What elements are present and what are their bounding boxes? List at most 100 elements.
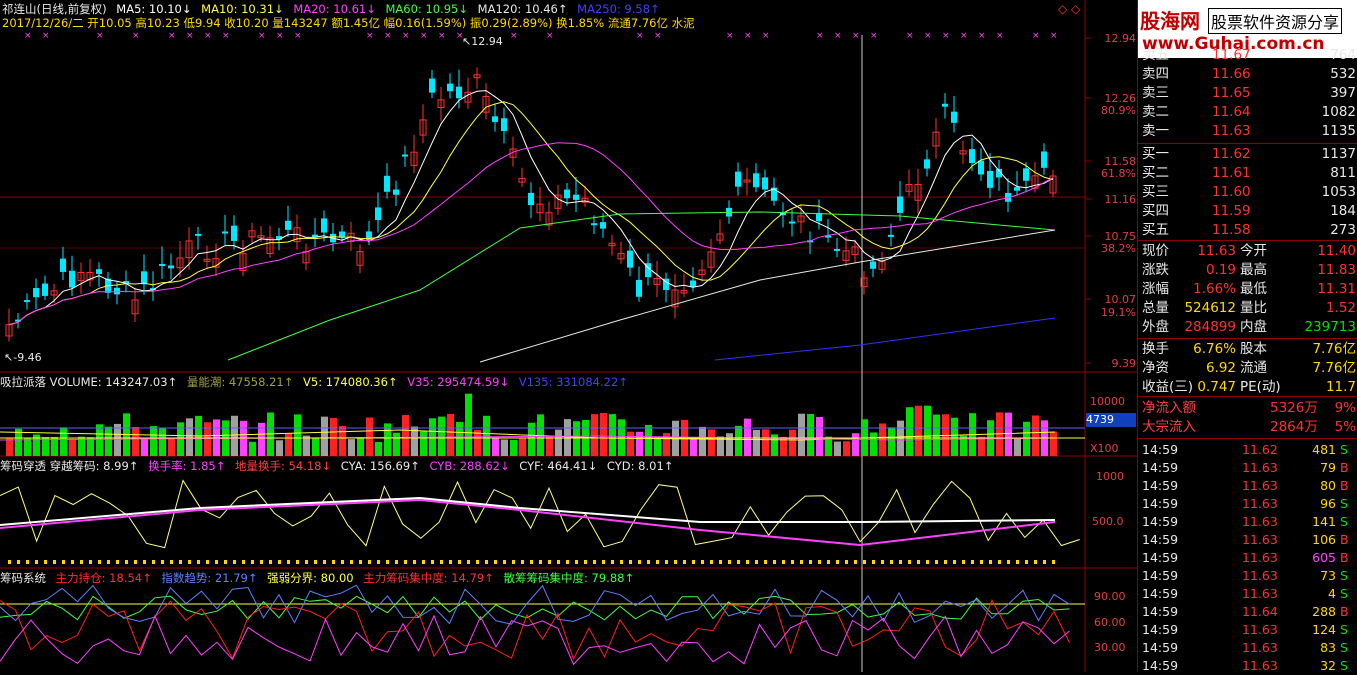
bid-row[interactable]: 买四 11.59 184 xyxy=(1138,202,1357,221)
signal-mark: × xyxy=(744,31,752,41)
chip-dot xyxy=(1007,560,1010,564)
chip-dot xyxy=(647,560,650,564)
ma20-label: MA20: 10.61↓ xyxy=(293,2,376,16)
candle-body xyxy=(762,177,768,190)
tick-row[interactable]: 14:59 11.63 79 B xyxy=(1138,459,1357,477)
chip-panel-title: 筹码穿透 穿越筹码: 8.99↑ 换手率: 1.85↑ 地量换手: 54.18↓… xyxy=(0,459,679,473)
volume-bar xyxy=(924,405,931,456)
volume-bar xyxy=(591,414,598,456)
volume-bar xyxy=(87,437,94,456)
volume-bar xyxy=(843,441,850,456)
volume-bar xyxy=(285,433,292,456)
volume-bar xyxy=(114,423,121,456)
chip-dot xyxy=(17,560,20,564)
ask-row[interactable]: 卖二 11.64 1082 xyxy=(1138,103,1357,122)
candle-body xyxy=(429,78,435,93)
chip-dot xyxy=(206,560,209,564)
bid-label: 买一 xyxy=(1142,146,1169,162)
chip-dot xyxy=(62,560,65,564)
bid-price: 11.62 xyxy=(1212,146,1251,162)
bid-row[interactable]: 买二 11.61 811 xyxy=(1138,164,1357,183)
stat-row: 现价 11.63 今开 11.40 xyxy=(1138,242,1357,261)
chip-dot xyxy=(989,560,992,564)
tick-row[interactable]: 14:59 11.63 141 S xyxy=(1138,513,1357,531)
candle-body xyxy=(690,280,696,287)
chip-dot xyxy=(935,560,938,564)
candle-body xyxy=(951,111,957,123)
tick-row[interactable]: 14:59 11.63 4 S xyxy=(1138,585,1357,603)
bid-row[interactable]: 买一 11.62 1137 xyxy=(1138,145,1357,164)
tick-row[interactable]: 14:59 11.63 83 S xyxy=(1138,639,1357,657)
chip-field: CYD: 8.01↑ xyxy=(606,459,674,473)
volume-bar xyxy=(132,426,139,456)
tick-row[interactable]: 14:59 11.63 605 B xyxy=(1138,549,1357,567)
tick-row[interactable]: 14:59 11.63 32 S xyxy=(1138,657,1357,675)
tick-row[interactable]: 14:59 11.62 481 S xyxy=(1138,441,1357,459)
chip-dot xyxy=(1052,560,1055,564)
tick-row[interactable]: 14:59 11.64 288 B xyxy=(1138,603,1357,621)
chip-dot xyxy=(953,560,956,564)
candle-body xyxy=(456,86,462,99)
stat-row: 收益(三) 0.747 PE(动) 11.7 xyxy=(1138,378,1357,397)
candle-body xyxy=(222,231,228,234)
bid-row[interactable]: 买五 11.58 273 xyxy=(1138,221,1357,240)
bid-row[interactable]: 买三 11.60 1053 xyxy=(1138,183,1357,202)
signal-mark: × xyxy=(726,31,734,41)
tick-time: 14:59 xyxy=(1142,478,1179,493)
ma250-label: MA250: 9.58↑ xyxy=(577,2,660,16)
chip-dot xyxy=(71,560,74,564)
logo-cn: 股海网 xyxy=(1140,9,1200,33)
tick-time: 14:59 xyxy=(1142,496,1179,511)
volume-bar xyxy=(807,414,814,456)
chip-dot xyxy=(917,560,920,564)
signal-mark: × xyxy=(96,31,104,41)
volume-bar xyxy=(726,433,733,456)
volume-bar xyxy=(915,405,922,456)
ask-row[interactable]: 卖四 11.66 532 xyxy=(1138,65,1357,84)
tick-row[interactable]: 14:59 11.63 106 B xyxy=(1138,531,1357,549)
stat-cell: 最低 xyxy=(1240,281,1267,297)
chip-dot xyxy=(827,560,830,564)
chip-dot xyxy=(431,560,434,564)
flow-value: 2864万 xyxy=(1270,419,1318,435)
candle-body xyxy=(159,264,165,267)
chip-dot xyxy=(980,560,983,564)
chip-dot xyxy=(809,560,812,564)
chip-dot xyxy=(53,560,56,564)
volume-bar xyxy=(303,435,310,456)
flow-value: 5326万 xyxy=(1270,400,1318,416)
tick-time: 14:59 xyxy=(1142,514,1179,529)
volume-bar xyxy=(420,431,427,456)
chip-dot xyxy=(665,560,668,564)
signal-mark: × xyxy=(132,31,140,41)
chart-area[interactable]: × × × × × × × × × × × × × × × × × × × × × × × × × × × × × × × × × × × × 祁连山… xyxy=(0,0,1137,672)
tick-row[interactable]: 14:59 11.63 73 S xyxy=(1138,567,1357,585)
tick-time: 14:59 xyxy=(1142,550,1179,565)
volume-bar xyxy=(60,427,67,456)
chip-dot xyxy=(854,560,857,564)
volume-bar xyxy=(276,440,283,456)
chip-dot xyxy=(386,560,389,564)
volume-bar xyxy=(1032,415,1039,456)
chip-dot xyxy=(710,560,713,564)
settings-icon[interactable]: ◇ ◇ xyxy=(1058,2,1080,16)
low-value: 9.46 xyxy=(17,351,42,364)
signal-mark: × xyxy=(906,31,914,41)
tick-price: 11.63 xyxy=(1242,460,1278,475)
stat-cell: 涨幅 xyxy=(1142,281,1169,297)
ask-row[interactable]: 卖五 11.67 764 xyxy=(1138,46,1357,65)
chip-dot xyxy=(440,560,443,564)
tick-volume: 288 xyxy=(1312,604,1336,619)
ask-row[interactable]: 卖三 11.65 397 xyxy=(1138,84,1357,103)
tick-row[interactable]: 14:59 11.63 80 B xyxy=(1138,477,1357,495)
volume-bar xyxy=(231,415,238,456)
tick-side: B xyxy=(1340,532,1349,547)
candle-body xyxy=(834,248,840,251)
volume-bar xyxy=(573,421,580,456)
volume-bar xyxy=(294,414,301,456)
volume-axis-current: 4739 xyxy=(1086,413,1136,427)
tick-row[interactable]: 14:59 11.63 124 S xyxy=(1138,621,1357,639)
chip-dot xyxy=(638,560,641,564)
ask-row[interactable]: 卖一 11.63 1135 xyxy=(1138,122,1357,141)
tick-row[interactable]: 14:59 11.63 96 S xyxy=(1138,495,1357,513)
